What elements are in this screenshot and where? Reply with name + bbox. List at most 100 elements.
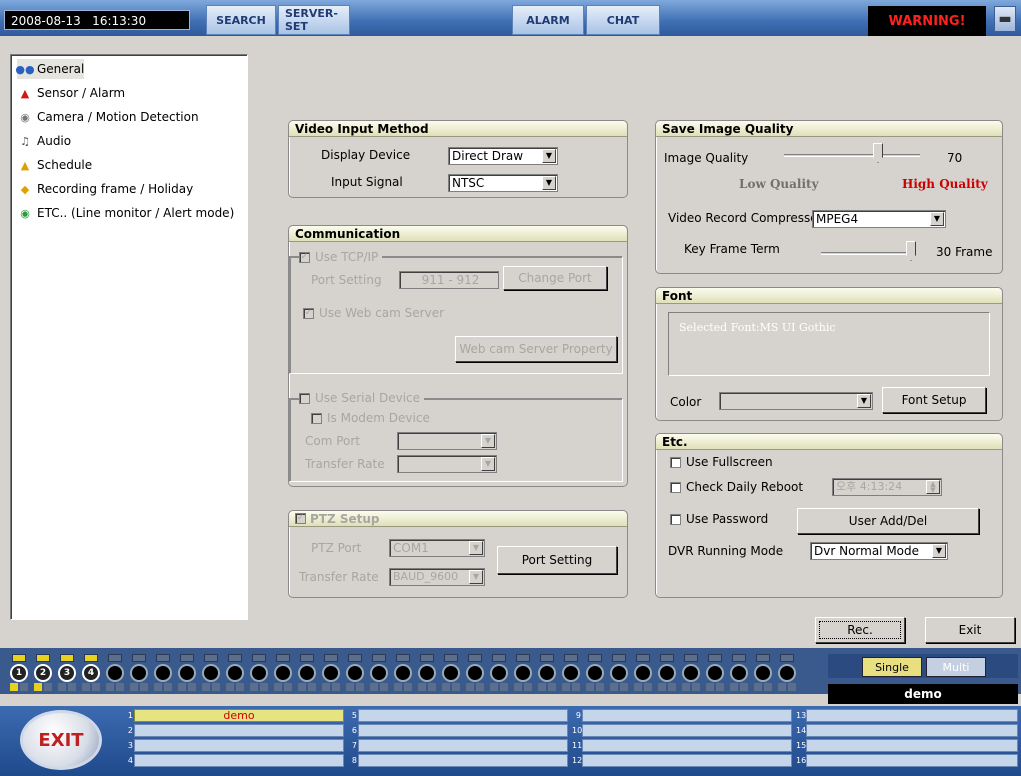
channel-indicator[interactable] [440,654,462,692]
exit-button[interactable]: EXIT [20,710,102,770]
channel-row[interactable]: 10 [572,724,792,737]
webcam-property-button[interactable]: Web cam Server Property [455,336,617,362]
channel-row[interactable]: 11 [572,739,792,752]
use-password-checkbox[interactable]: Use Password [670,512,768,526]
channel-row[interactable]: 15 [796,739,1018,752]
channel-indicator[interactable] [368,654,390,692]
channel-row[interactable]: 16 [796,754,1018,767]
channel-indicator[interactable] [608,654,630,692]
channel-row[interactable]: 13 [796,709,1018,722]
ptz-transfer-rate-select[interactable]: BAUD_9600 ▼ [389,568,485,586]
channel-indicator[interactable] [128,654,150,692]
channel-row[interactable]: 9 [572,709,792,722]
channel-row[interactable]: 7 [348,739,568,752]
tree-item-schedule[interactable]: ▲ Schedule [17,155,92,175]
channel-indicator[interactable]: 3 [56,654,78,692]
channel-indicator[interactable] [464,654,486,692]
dvr-mode-select[interactable]: Dvr Normal Mode ▼ [810,542,948,560]
com-port-select[interactable]: ▼ [397,432,497,450]
tree-item-audio[interactable]: ♫ Audio [17,131,71,151]
rec-button[interactable]: Rec. [815,617,905,643]
port-setting-field[interactable]: 911 - 912 [399,271,499,289]
channel-row[interactable]: 2 [124,724,344,737]
channel-row[interactable]: 8 [348,754,568,767]
multi-view-button[interactable]: Multi [926,657,986,677]
video-input-title: Video Input Method [289,121,627,137]
channel-row[interactable]: 6 [348,724,568,737]
channel-indicator[interactable] [296,654,318,692]
channel-row[interactable]: 1 demo [124,709,344,722]
change-port-button[interactable]: Change Port [503,266,607,290]
channel-indicator[interactable] [224,654,246,692]
ptz-port-select[interactable]: COM1 ▼ [389,539,485,557]
use-tcpip-checkbox[interactable]: ✓ Use TCP/IP [299,250,383,264]
channel-indicator[interactable] [152,654,174,692]
tree-item-etc[interactable]: ◉ ETC.. (Line monitor / Alert mode) [17,203,234,223]
channel-indicator[interactable] [704,654,726,692]
display-device-select[interactable]: Direct Draw ▼ [448,147,558,165]
font-color-select[interactable]: ▼ [719,392,873,410]
channel-indicator[interactable] [728,654,750,692]
channel-indicator[interactable] [248,654,270,692]
image-quality-track[interactable] [784,154,920,157]
channel-indicator[interactable] [536,654,558,692]
channel-indicator[interactable] [104,654,126,692]
channel-indicator[interactable]: 1 [8,654,30,692]
font-setup-button[interactable]: Font Setup [882,387,986,413]
channel-indicator[interactable] [752,654,774,692]
exit-settings-button[interactable]: Exit [925,617,1015,643]
channel-indicator[interactable] [680,654,702,692]
search-button[interactable]: SEARCH [206,5,276,35]
tree-item-camera-motion[interactable]: ◉ Camera / Motion Detection [17,107,198,127]
channel-row[interactable]: 12 [572,754,792,767]
tree-item-recording-holiday[interactable]: ◆ Recording frame / Holiday [17,179,193,199]
channel-dot [274,664,292,682]
transfer-rate-select[interactable]: ▼ [397,455,497,473]
channel-indicator[interactable]: 4 [80,654,102,692]
channel-row[interactable]: 4 [124,754,344,767]
channel-indicator[interactable] [560,654,582,692]
channel-indicator[interactable] [776,654,798,692]
checkmark-icon[interactable]: ✓ [295,513,306,524]
channel-indicator[interactable] [584,654,606,692]
chat-button[interactable]: CHAT [586,5,660,35]
channel-indicator[interactable] [512,654,534,692]
reboot-time-field[interactable]: 오후 4:13:24 ▲ ▼ [832,478,942,496]
channel-indicator[interactable] [176,654,198,692]
channel-indicator[interactable] [488,654,510,692]
channel-row[interactable]: 3 [124,739,344,752]
keyframe-label: Key Frame Term [684,242,780,256]
keyframe-slider-thumb[interactable] [906,241,916,261]
channel-indicator[interactable] [656,654,678,692]
channel-row[interactable]: 14 [796,724,1018,737]
channel-indicator[interactable] [416,654,438,692]
alarm-button[interactable]: ALARM [512,5,584,35]
image-quality-slider-thumb[interactable] [873,143,883,163]
ptz-port-setting-button[interactable]: Port Setting [497,546,617,574]
user-add-del-button[interactable]: User Add/Del [797,508,979,534]
channel-indicator[interactable] [392,654,414,692]
use-fullscreen-checkbox[interactable]: Use Fullscreen [670,455,773,469]
minimize-button[interactable]: ▬ [994,6,1016,32]
tree-item-general[interactable]: ●● General [15,59,85,79]
use-webcam-checkbox[interactable]: ✓ Use Web cam Server [303,306,444,320]
check-daily-reboot-checkbox[interactable]: Check Daily Reboot [670,480,803,494]
high-quality-label: High Quality [902,177,988,191]
compressor-select[interactable]: MPEG4 ▼ [812,210,946,228]
tree-item-sensor-alarm[interactable]: ▲ Sensor / Alarm [17,83,125,103]
channel-indicator[interactable] [320,654,342,692]
channel-indicator[interactable] [272,654,294,692]
channel-indicator[interactable] [200,654,222,692]
channel-indicator[interactable] [344,654,366,692]
server-set-button[interactable]: SERVER-SET [278,5,350,35]
channel-row[interactable]: 5 [348,709,568,722]
camera-icon [12,654,26,662]
keyframe-track[interactable] [821,252,915,255]
channel-user [358,754,568,767]
is-modem-checkbox[interactable]: Is Modem Device [311,411,430,425]
channel-indicator[interactable] [632,654,654,692]
use-serial-checkbox[interactable]: Use Serial Device [299,391,425,405]
single-view-button[interactable]: Single [862,657,922,677]
channel-indicator[interactable]: 2 [32,654,54,692]
input-signal-select[interactable]: NTSC ▼ [448,174,558,192]
